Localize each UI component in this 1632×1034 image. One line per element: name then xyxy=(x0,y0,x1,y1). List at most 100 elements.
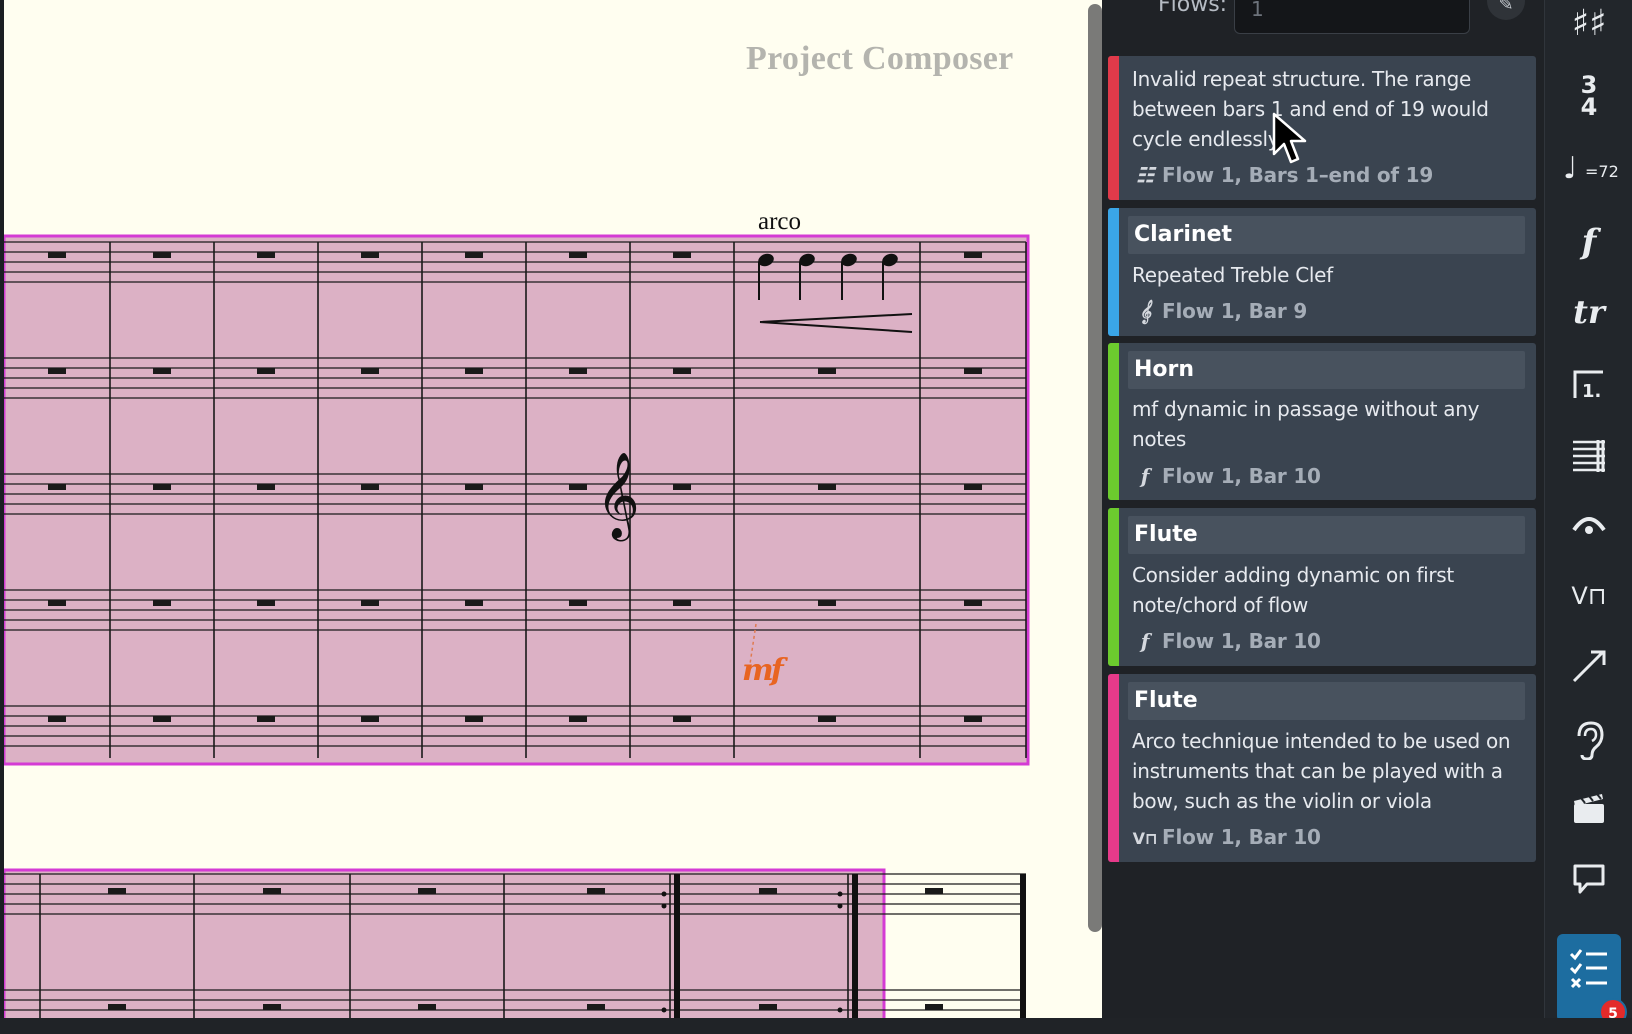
arco-technique-text[interactable]: arco xyxy=(758,208,801,236)
problem-instrument: Horn xyxy=(1128,351,1525,389)
repeat-barline xyxy=(1020,874,1026,1018)
repeat-dot xyxy=(837,1007,843,1013)
repeat-barline xyxy=(674,874,680,1018)
problem-location-text: Flow 1, Bars 1–end of 19 xyxy=(1162,163,1434,187)
bar-rest xyxy=(569,484,587,490)
bowing-icon: V⊓ xyxy=(1132,829,1158,848)
bar-rest xyxy=(257,252,275,258)
bar-rest xyxy=(673,252,691,258)
bar-rest xyxy=(263,1004,281,1010)
dynamic-f-icon: f xyxy=(1140,629,1150,653)
problem-card-horn[interactable]: Horn mf dynamic in passage without any n… xyxy=(1108,343,1536,500)
bar-rest xyxy=(48,484,66,490)
bar-rest xyxy=(257,484,275,490)
problems-panel: Flows: 1 ✎ Invalid repeat structure. The… xyxy=(1102,0,1544,1018)
repeat-dot xyxy=(837,903,843,909)
bar-rest xyxy=(818,716,836,722)
problems-checklist-icon[interactable]: 5 xyxy=(1557,934,1627,1026)
audio-listen-icon[interactable] xyxy=(1557,708,1621,768)
bar-rest xyxy=(153,368,171,374)
dynamics-icon[interactable]: f xyxy=(1557,212,1621,272)
bar-rest xyxy=(153,600,171,606)
flows-input[interactable]: 1 xyxy=(1234,0,1470,34)
problem-location-text: Flow 1, Bar 10 xyxy=(1162,464,1321,488)
bar-rest xyxy=(108,1004,126,1010)
bar-rest xyxy=(587,1004,605,1010)
score-staves[interactable] xyxy=(4,0,1084,1018)
repeat-structures-icon[interactable] xyxy=(1557,424,1621,484)
bar-rest xyxy=(818,484,836,490)
repeat-barline xyxy=(852,874,858,1018)
flows-label: Flows: xyxy=(1158,0,1228,17)
repeat-dot xyxy=(837,891,843,897)
severity-stripe xyxy=(1108,208,1119,336)
tempo-icon[interactable]: ♩ =72 xyxy=(1557,140,1621,200)
time-signatures-icon[interactable]: 3 4 xyxy=(1557,68,1621,128)
system-selection xyxy=(4,868,886,1018)
severity-stripe xyxy=(1108,674,1119,862)
bar-rest xyxy=(257,600,275,606)
bar-rest xyxy=(569,600,587,606)
bar-rest xyxy=(673,600,691,606)
problem-card-repeat[interactable]: Invalid repeat structure. The range betw… xyxy=(1108,56,1536,200)
bar-rest xyxy=(818,368,836,374)
playing-techniques-icon[interactable]: V⊓ xyxy=(1557,566,1621,626)
problem-message: mf dynamic in passage without any notes xyxy=(1132,397,1480,451)
treble-clef-icon: 𝄞 xyxy=(1139,299,1151,323)
lines-icon[interactable] xyxy=(1557,636,1621,696)
problem-location-text: Flow 1, Bar 10 xyxy=(1162,825,1321,849)
bar-rest xyxy=(361,368,379,374)
problem-location-text: Flow 1, Bar 10 xyxy=(1162,629,1321,653)
holds-pauses-icon[interactable] xyxy=(1557,494,1621,554)
score-page[interactable]: Project Composer arco 𝄞 mf xyxy=(4,0,1102,1018)
treble-clef-symbol[interactable]: 𝄞 xyxy=(596,458,640,532)
comments-icon[interactable] xyxy=(1557,848,1621,908)
key-signatures-icon[interactable]: ♯♯ xyxy=(1557,0,1621,60)
bar-rest xyxy=(257,368,275,374)
problem-card-flute-arco[interactable]: Flute Arco technique intended to be used… xyxy=(1108,674,1536,862)
bar-rest xyxy=(418,1004,436,1010)
bar-rest xyxy=(361,716,379,722)
bar-rest xyxy=(361,484,379,490)
bar-rest xyxy=(925,888,943,894)
repeat-bar-icon: ☷ xyxy=(1136,163,1154,187)
bar-rest xyxy=(465,368,483,374)
tempo-value: =72 xyxy=(1585,162,1619,181)
bar-rest xyxy=(759,1004,777,1010)
repeat-endings-icon[interactable]: 1. xyxy=(1557,354,1621,414)
bar-rest xyxy=(257,716,275,722)
bar-rest xyxy=(673,368,691,374)
video-clapper-icon[interactable] xyxy=(1557,778,1621,838)
problem-message: Repeated Treble Clef xyxy=(1132,263,1333,287)
bar-rest xyxy=(925,1004,943,1010)
repeat-dot xyxy=(661,891,667,897)
problem-message: Consider adding dynamic on first note/ch… xyxy=(1132,563,1454,617)
problem-location[interactable]: ☷ Flow 1, Bars 1–end of 19 xyxy=(1132,162,1522,188)
edit-pencil-icon[interactable]: ✎ xyxy=(1487,0,1525,20)
problem-location-text: Flow 1, Bar 9 xyxy=(1162,299,1308,323)
bar-rest xyxy=(48,600,66,606)
bar-rest xyxy=(465,252,483,258)
problem-instrument: Flute xyxy=(1128,682,1525,720)
bar-rest xyxy=(964,484,982,490)
bar-rest xyxy=(361,252,379,258)
problem-location[interactable]: 𝄞 Flow 1, Bar 9 xyxy=(1132,298,1522,324)
bar-rest xyxy=(263,888,281,894)
problem-instrument: Clarinet xyxy=(1128,216,1525,254)
bar-rest xyxy=(48,368,66,374)
problem-card-clarinet[interactable]: Clarinet Repeated Treble Clef 𝄞 Flow 1, B… xyxy=(1108,208,1536,336)
problem-location[interactable]: f Flow 1, Bar 10 xyxy=(1132,463,1522,489)
problem-location[interactable]: f Flow 1, Bar 10 xyxy=(1132,628,1522,654)
score-scrollbar[interactable] xyxy=(1088,4,1102,932)
status-bar xyxy=(0,1018,1632,1034)
mf-dynamic[interactable]: mf xyxy=(742,653,784,688)
bar-rest xyxy=(673,716,691,722)
problem-card-flute-dynamic[interactable]: Flute Consider adding dynamic on first n… xyxy=(1108,508,1536,666)
problem-location[interactable]: V⊓ Flow 1, Bar 10 xyxy=(1132,824,1522,852)
bar-rest xyxy=(673,484,691,490)
mouse-cursor-icon xyxy=(1272,112,1307,164)
bar-rest xyxy=(964,600,982,606)
bar-rest xyxy=(964,368,982,374)
bar-rest xyxy=(108,888,126,894)
trill-ornaments-icon[interactable]: tr xyxy=(1557,282,1621,342)
